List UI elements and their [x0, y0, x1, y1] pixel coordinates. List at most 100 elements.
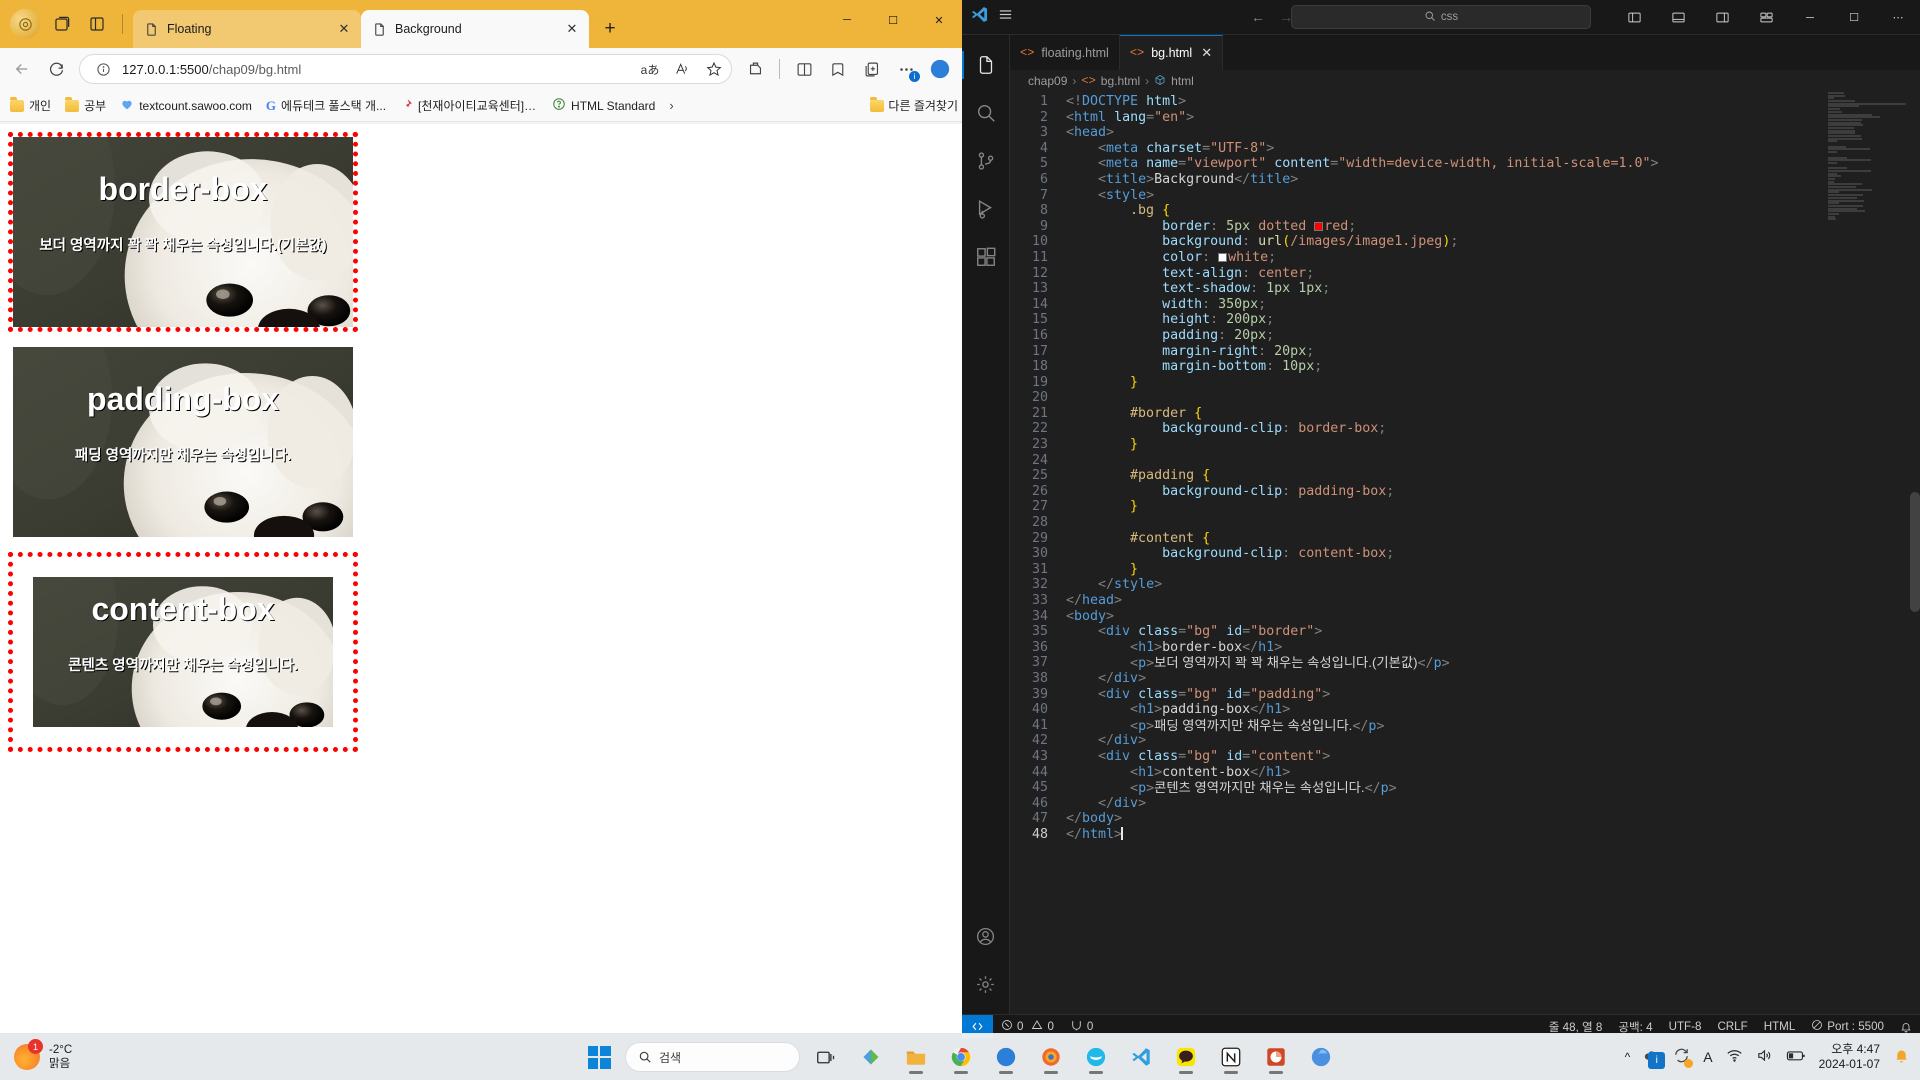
code-line: text-shadow: 1px 1px;	[1062, 281, 1920, 297]
tab-actions-icon[interactable]	[44, 7, 78, 41]
battery-icon[interactable]	[1786, 1047, 1806, 1067]
activity-bar	[962, 35, 1010, 1014]
split-screen-icon[interactable]	[788, 53, 820, 85]
whale-browser-button[interactable]	[1077, 1038, 1115, 1076]
reload-icon[interactable]	[40, 53, 72, 85]
bookmark-item[interactable]: [천재아이티교육센터] 출...	[394, 94, 544, 117]
editor-scrollbar[interactable]	[1910, 492, 1920, 612]
weather-widget[interactable]: 1 -2°C 맑음	[0, 1039, 73, 1071]
maximize-button[interactable]: ☐	[870, 0, 916, 40]
vscode-layout-icon-4[interactable]	[1744, 0, 1788, 35]
powerpoint-button[interactable]	[1257, 1038, 1295, 1076]
nav-back-icon[interactable]: ←	[1251, 9, 1265, 25]
vscode-layout-icon-2[interactable]	[1656, 0, 1700, 35]
browser-essentials-icon[interactable]	[739, 53, 771, 85]
firefox-button[interactable]	[1032, 1038, 1070, 1076]
vertical-tabs-icon[interactable]	[80, 7, 114, 41]
update-icon[interactable]	[1673, 1047, 1694, 1068]
address-bar[interactable]: 127.0.0.1:5500/chap09/bg.html aあ	[79, 54, 732, 84]
chevron-up-icon[interactable]: ^	[1625, 1050, 1631, 1064]
browser-tab-background[interactable]: Background ✕	[361, 10, 589, 48]
minimize-button[interactable]: ─	[824, 0, 870, 40]
copilot-icon[interactable]	[924, 53, 956, 85]
bookmark-item[interactable]: 개인	[4, 94, 57, 117]
back-arrow-icon[interactable]	[6, 53, 38, 85]
breadcrumb-file[interactable]: bg.html	[1101, 74, 1140, 88]
bookmarks-overflow-icon[interactable]: ›	[663, 96, 679, 115]
vscode-layout-icon-3[interactable]	[1700, 0, 1744, 35]
activity-accounts-icon[interactable]	[962, 912, 1010, 960]
close-button[interactable]: ✕	[916, 0, 962, 40]
edge-button[interactable]	[987, 1038, 1025, 1076]
activity-search-icon[interactable]	[962, 89, 1010, 137]
browser-tab-floating[interactable]: Floating ✕	[133, 10, 361, 48]
task-view-button[interactable]	[807, 1038, 845, 1076]
edge-icon	[996, 1047, 1016, 1067]
color-swatch	[1314, 221, 1324, 231]
notion-button[interactable]	[1212, 1038, 1250, 1076]
notifications-bell-icon[interactable]	[1893, 1047, 1910, 1067]
wifi-icon[interactable]	[1726, 1047, 1743, 1067]
vscode-button[interactable]	[1122, 1038, 1160, 1076]
dog-photo	[13, 347, 353, 537]
settings-and-more-icon[interactable]: i	[890, 53, 922, 85]
vscode-layout-icon-1[interactable]	[1612, 0, 1656, 35]
breadcrumb-folder[interactable]: chap09	[1028, 74, 1067, 88]
new-tab-button[interactable]: +	[595, 14, 625, 44]
onedrive-icon[interactable]: i	[1643, 1047, 1666, 1069]
editor-tab-floating[interactable]: <> floating.html	[1010, 35, 1120, 70]
kakaotalk-button[interactable]	[1167, 1038, 1205, 1076]
vscode-more-button[interactable]: ⋯	[1876, 0, 1920, 35]
editor-tab-bg[interactable]: <> bg.html ✕	[1119, 35, 1224, 70]
code-token: h1	[1138, 639, 1155, 655]
file-explorer-button[interactable]	[897, 1038, 935, 1076]
tab-close-icon[interactable]: ✕	[561, 18, 583, 40]
code-line: margin-right: 20px;	[1062, 344, 1920, 360]
ime-indicator[interactable]: A	[1703, 1049, 1712, 1065]
vscode-menu-icon[interactable]	[997, 6, 1014, 28]
site-info-icon[interactable]	[90, 56, 116, 82]
vscode-command-center[interactable]: css	[1291, 5, 1591, 29]
read-aloud-icon[interactable]	[669, 56, 695, 82]
add-to-collections-icon[interactable]	[856, 53, 888, 85]
start-button[interactable]	[580, 1038, 618, 1076]
activity-run-debug-icon[interactable]	[962, 185, 1010, 233]
widgets-button[interactable]	[852, 1038, 890, 1076]
code-token: content	[1274, 156, 1331, 172]
bookmark-item[interactable]: 공부	[59, 94, 112, 117]
other-bookmarks[interactable]: 다른 즐겨찾기	[870, 97, 958, 114]
tab-close-icon[interactable]: ✕	[333, 18, 355, 40]
windows-taskbar: 1 -2°C 맑음 검색 ^ i A 오후 4:47 2024-01-07	[0, 1033, 1920, 1080]
line-number: 20	[1031, 390, 1048, 406]
bookmark-item[interactable]: textcount.sawoo.com	[114, 94, 258, 117]
activity-extensions-icon[interactable]	[962, 233, 1010, 281]
code-token: "width=device-width, initial-scale=1.0"	[1338, 156, 1651, 172]
vscode-maximize-button[interactable]: ☐	[1832, 0, 1876, 35]
code-token: background	[1162, 234, 1243, 250]
volume-icon[interactable]	[1756, 1047, 1773, 1067]
code-content[interactable]: <!DOCTYPE html> <html lang="en"> <head> <m…	[1062, 92, 1920, 1014]
code-token: >	[1106, 125, 1115, 141]
clock[interactable]: 오후 4:47 2024-01-07	[1819, 1042, 1880, 1072]
app-button[interactable]	[1302, 1038, 1340, 1076]
vscode-minimize-button[interactable]: ─	[1788, 0, 1832, 35]
code-editor[interactable]: 1 2 3 4 5 6 7 8 9 10 11 12 13 14 15 16 17 18 19 20 21 22 23 24 2…	[1010, 92, 1920, 1014]
activity-source-control-icon[interactable]	[962, 137, 1010, 185]
activity-settings-gear-icon[interactable]	[962, 960, 1010, 1008]
taskbar-search[interactable]: 검색	[625, 1042, 800, 1072]
bookmark-item[interactable]: HTML Standard	[546, 94, 661, 117]
code-token: ;	[1266, 312, 1275, 328]
code-line: <div class="bg" id="padding">	[1062, 687, 1920, 703]
bookmark-item[interactable]: G 에듀테크 풀스택 개...	[260, 94, 392, 117]
favorite-star-icon[interactable]	[701, 56, 727, 82]
activity-explorer-icon[interactable]	[962, 41, 1010, 89]
editor-tab-close-icon[interactable]: ✕	[1201, 45, 1212, 61]
whale-icon	[1086, 1047, 1106, 1067]
weather-temperature: -2°C	[49, 1044, 73, 1056]
chrome-button[interactable]	[942, 1038, 980, 1076]
collections-icon[interactable]	[822, 53, 854, 85]
breadcrumb-symbol[interactable]: html	[1171, 74, 1194, 88]
translate-icon[interactable]: aあ	[637, 56, 663, 82]
